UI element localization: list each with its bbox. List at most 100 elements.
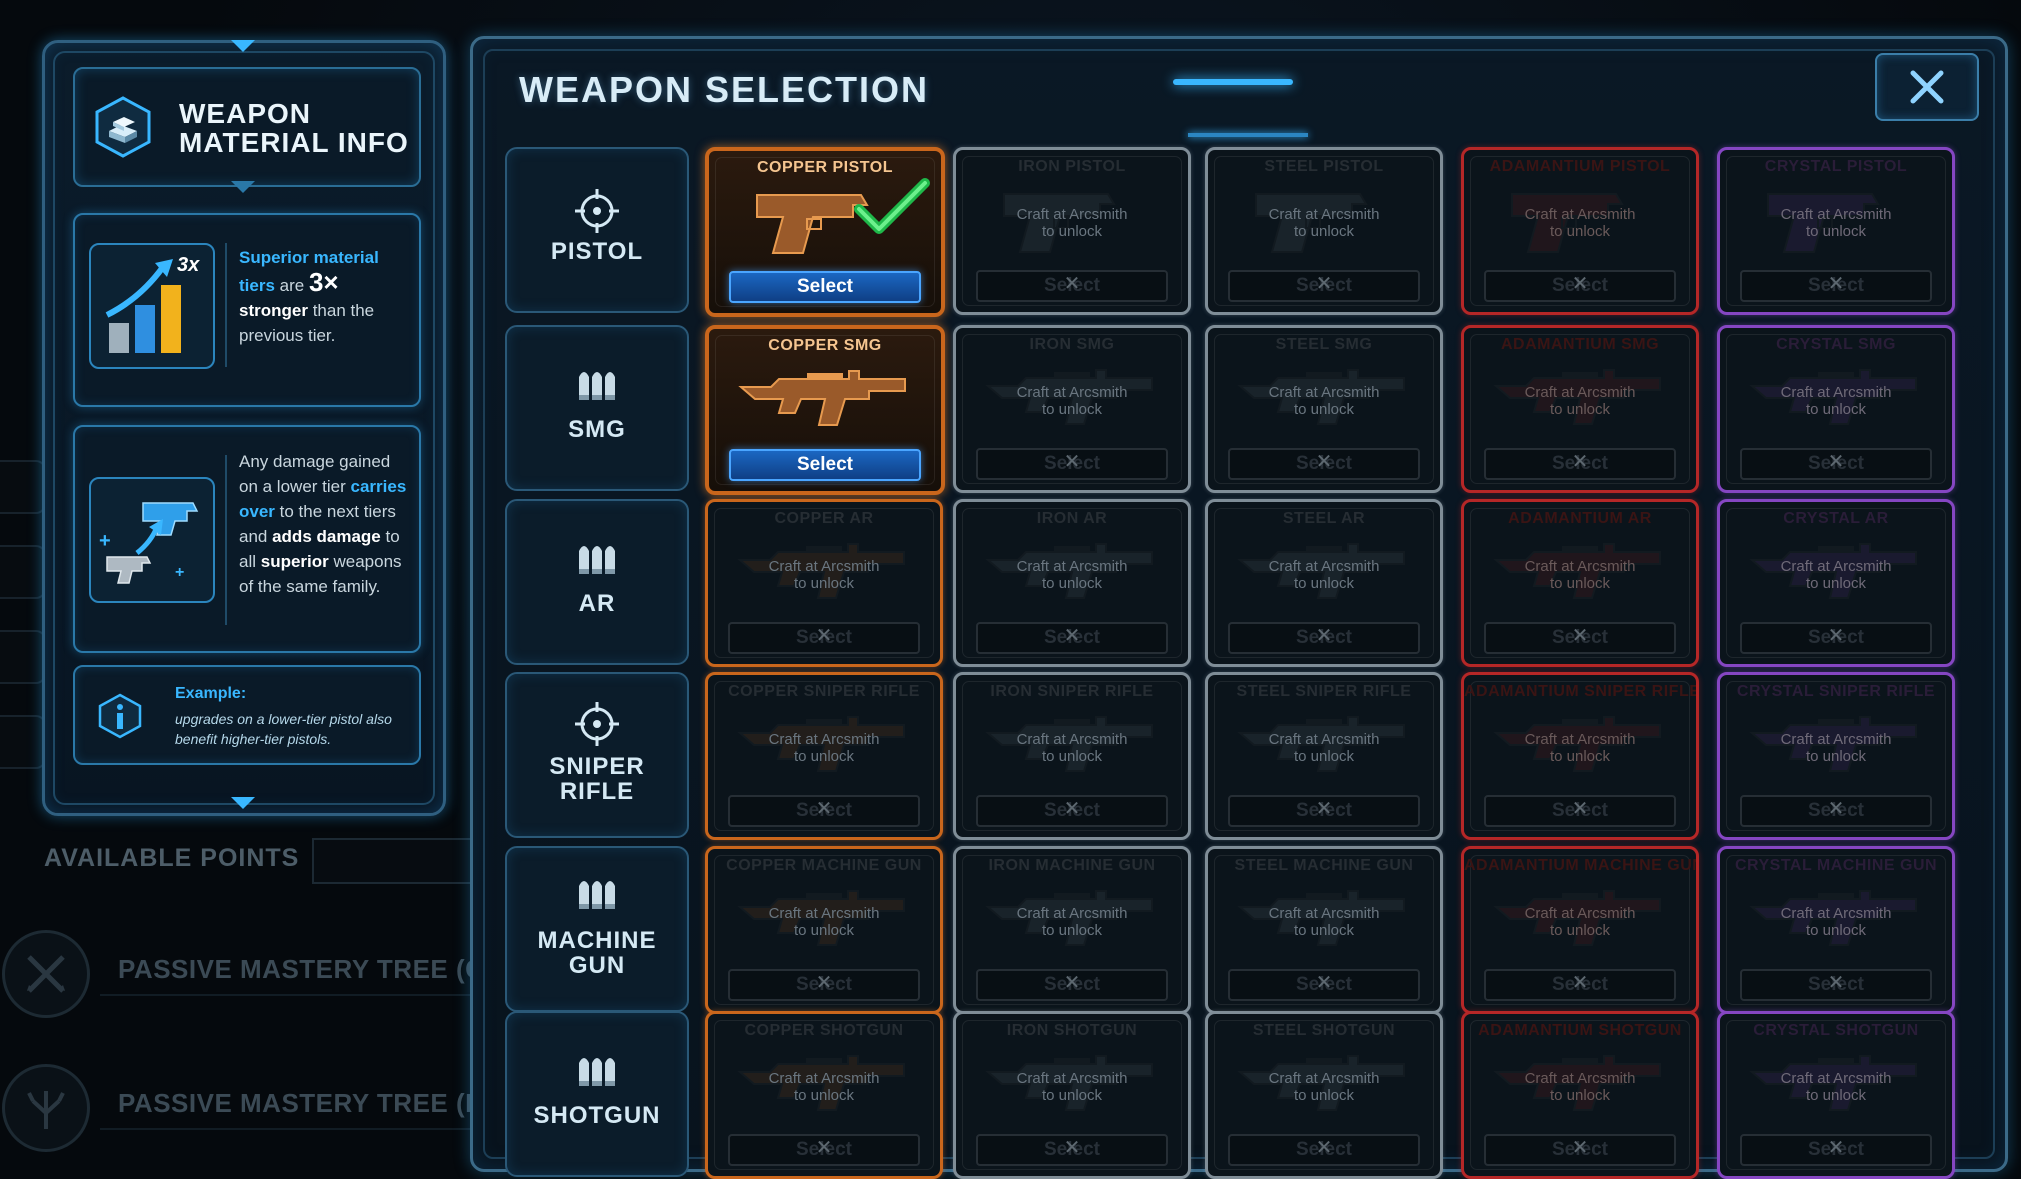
locked-message-line1: Craft at Arcsmith [768, 1070, 880, 1087]
locked-message: Craft at Arcsmith to unlock [1464, 558, 1696, 592]
locked-message: Craft at Arcsmith to unlock [1464, 206, 1696, 240]
weapon-card-copper-machine-gun[interactable]: COPPER MACHINE GUN Craft at Arcsmith to un… [705, 846, 943, 1014]
locked-message-line1: Craft at Arcsmith [1780, 905, 1892, 922]
crosshair-icon [507, 700, 687, 753]
locked-message-line1: Craft at Arcsmith [1780, 731, 1892, 748]
close-icon [1910, 70, 1944, 104]
locked-x-icon: ✕ [1315, 972, 1333, 994]
equipped-check-icon [851, 177, 931, 239]
weapon-name: STEEL SNIPER RIFLE [1236, 683, 1412, 700]
locked-message-line1: Craft at Arcsmith [1524, 731, 1636, 748]
weapon-card-steel-ar[interactable]: STEEL AR Craft at Arcsmith to unlock Select… [1205, 499, 1443, 667]
weapon-card-adamantium-pistol[interactable]: ADAMANTIUM PISTOL Craft at Arcsmith to unl… [1461, 147, 1699, 315]
locked-x-icon: ✕ [815, 798, 833, 820]
weapon-selection-panel: WEAPON SELECTION PISTOL COPPER PISTOL Sele… [470, 36, 2008, 1179]
locked-x-icon: ✕ [815, 1137, 833, 1159]
locked-message-line1: Craft at Arcsmith [768, 731, 880, 748]
three-x-badge: 3x [177, 254, 200, 276]
svg-text:+: + [175, 564, 184, 581]
crosshair-icon [507, 187, 687, 240]
weapon-card-adamantium-ar[interactable]: ADAMANTIUM AR Craft at Arcsmith to unlock S… [1461, 499, 1699, 667]
weapon-card-adamantium-machine-gun[interactable]: ADAMANTIUM MACHINE GUN Craft at Arcsmith t… [1461, 846, 1699, 1014]
side-tab [0, 545, 46, 599]
weapon-card-copper-ar[interactable]: COPPER AR Craft at Arcsmith to unlock Selec… [705, 499, 943, 667]
weapon-name: IRON SNIPER RIFLE [990, 683, 1154, 700]
category-label: SMG [568, 416, 626, 443]
weapon-card-crystal-pistol[interactable]: CRYSTAL PISTOL Craft at Arcsmith to unlock… [1717, 147, 1955, 315]
locked-message: Craft at Arcsmith to unlock [956, 384, 1188, 418]
locked-x-icon: ✕ [1063, 451, 1081, 473]
weapon-name: COPPER SNIPER RIFLE [728, 683, 920, 700]
tier-bars-icon: 3x [89, 243, 215, 369]
weapon-card-copper-smg[interactable]: COPPER SMG Select [705, 325, 945, 495]
select-button[interactable]: Select [729, 449, 921, 481]
locked-message-line2: to unlock [1549, 401, 1611, 418]
weapon-name: CRYSTAL AR [1783, 510, 1889, 527]
close-button[interactable] [1875, 53, 1979, 121]
weapon-card-steel-smg[interactable]: STEEL SMG Craft at Arcsmith to unlock Selec… [1205, 325, 1443, 493]
mastery-tree-life-row[interactable]: PASSIVE MASTERY TREE (LIFE) [0, 1064, 532, 1152]
category-label: MACHINE GUN [537, 927, 657, 979]
weapon-card-iron-ar[interactable]: IRON AR Craft at Arcsmith to unlock Select ✕ [953, 499, 1191, 667]
category-machine-gun[interactable]: MACHINE GUN [505, 846, 689, 1012]
locked-message: Craft at Arcsmith to unlock [708, 558, 940, 592]
weapon-name: ADAMANTIUM AR [1508, 510, 1652, 527]
ammo-icon [507, 365, 687, 406]
locked-message-line1: Craft at Arcsmith [1268, 905, 1380, 922]
locked-message: Craft at Arcsmith to unlock [708, 1070, 940, 1104]
weapon-card-copper-pistol[interactable]: COPPER PISTOL Select [705, 147, 945, 317]
category-sniper-rifle[interactable]: SNIPER RIFLE [505, 672, 689, 838]
weapon-card-copper-shotgun[interactable]: COPPER SHOTGUN Craft at Arcsmith to unlock… [705, 1011, 943, 1179]
weapon-card-iron-shotgun[interactable]: IRON SHOTGUN Craft at Arcsmith to unlock Se… [953, 1011, 1191, 1179]
tier-strength-multiplier: 3× [308, 267, 339, 297]
weapon-card-adamantium-sniper-rifle[interactable]: ADAMANTIUM SNIPER RIFLE Craft at Arcsmith… [1461, 672, 1699, 840]
locked-x-icon: ✕ [1063, 273, 1081, 295]
category-pistol[interactable]: PISTOL [505, 147, 689, 313]
category-ar[interactable]: AR [505, 499, 689, 665]
locked-message-line1: Craft at Arcsmith [1016, 206, 1128, 223]
weapon-card-copper-sniper-rifle[interactable]: COPPER SNIPER RIFLE Craft at Arcsmith to u… [705, 672, 943, 840]
locked-x-icon: ✕ [1063, 625, 1081, 647]
locked-message: Craft at Arcsmith to unlock [1464, 905, 1696, 939]
weapon-card-adamantium-smg[interactable]: ADAMANTIUM SMG Craft at Arcsmith to unlock… [1461, 325, 1699, 493]
locked-message: Craft at Arcsmith to unlock [1720, 1070, 1952, 1104]
weapon-card-crystal-machine-gun[interactable]: CRYSTAL MACHINE GUN Craft at Arcsmith to u… [1717, 846, 1955, 1014]
locked-x-icon: ✕ [1063, 798, 1081, 820]
select-button[interactable]: Select [729, 271, 921, 303]
weapon-card-steel-pistol[interactable]: STEEL PISTOL Craft at Arcsmith to unlock Se… [1205, 147, 1443, 315]
weapon-card-crystal-shotgun[interactable]: CRYSTAL SHOTGUN Craft at Arcsmith to unloc… [1717, 1011, 1955, 1179]
locked-message-line2: to unlock [1549, 223, 1611, 240]
weapon-card-crystal-smg[interactable]: CRYSTAL SMG Craft at Arcsmith to unlock Sel… [1717, 325, 1955, 493]
locked-x-icon: ✕ [1827, 273, 1845, 295]
category-smg[interactable]: SMG [505, 325, 689, 491]
locked-message-line2: to unlock [1041, 922, 1103, 939]
category-shotgun[interactable]: SHOTGUN [505, 1011, 689, 1177]
locked-message-line2: to unlock [793, 1087, 855, 1104]
weapon-card-iron-machine-gun[interactable]: IRON MACHINE GUN Craft at Arcsmith to unlo… [953, 846, 1191, 1014]
locked-x-icon: ✕ [1571, 625, 1589, 647]
available-points: AVAILABLE POINTS 0 [40, 838, 506, 884]
weapon-card-crystal-ar[interactable]: CRYSTAL AR Craft at Arcsmith to unlock Sele… [1717, 499, 1955, 667]
weapon-card-adamantium-shotgun[interactable]: ADAMANTIUM SHOTGUN Craft at Arcsmith to un… [1461, 1011, 1699, 1179]
mastery-tree-combat-row[interactable]: PASSIVE MASTERY TREE (COMB [0, 930, 546, 1018]
weapon-card-iron-sniper-rifle[interactable]: IRON SNIPER RIFLE Craft at Arcsmith to unl… [953, 672, 1191, 840]
weapon-card-steel-shotgun[interactable]: STEEL SHOTGUN Craft at Arcsmith to unlock S… [1205, 1011, 1443, 1179]
weapon-card-crystal-sniper-rifle[interactable]: CRYSTAL SNIPER RIFLE Craft at Arcsmith to … [1717, 672, 1955, 840]
card-separator [225, 243, 227, 367]
locked-message-line2: to unlock [1549, 748, 1611, 765]
tier-strength-text-part: are [274, 276, 309, 295]
weapon-name: COPPER SHOTGUN [744, 1022, 904, 1039]
weapon-name: IRON MACHINE GUN [988, 857, 1156, 874]
pistol-upgrade-icon: + + [89, 477, 215, 603]
locked-message-line2: to unlock [1293, 575, 1355, 592]
weapon-card-steel-machine-gun[interactable]: STEEL MACHINE GUN Craft at Arcsmith to unl… [1205, 846, 1443, 1014]
title-accent-bar [1173, 79, 1293, 85]
locked-message: Craft at Arcsmith to unlock [1720, 731, 1952, 765]
weapon-card-steel-sniper-rifle[interactable]: STEEL SNIPER RIFLE Craft at Arcsmith to un… [1205, 672, 1443, 840]
locked-x-icon: ✕ [1315, 1137, 1333, 1159]
weapon-card-iron-smg[interactable]: IRON SMG Craft at Arcsmith to unlock Select… [953, 325, 1191, 493]
locked-message-line1: Craft at Arcsmith [1268, 731, 1380, 748]
locked-message-line1: Craft at Arcsmith [768, 558, 880, 575]
weapon-name: ADAMANTIUM SMG [1500, 336, 1660, 353]
weapon-card-iron-pistol[interactable]: IRON PISTOL Craft at Arcsmith to unlock Sel… [953, 147, 1191, 315]
